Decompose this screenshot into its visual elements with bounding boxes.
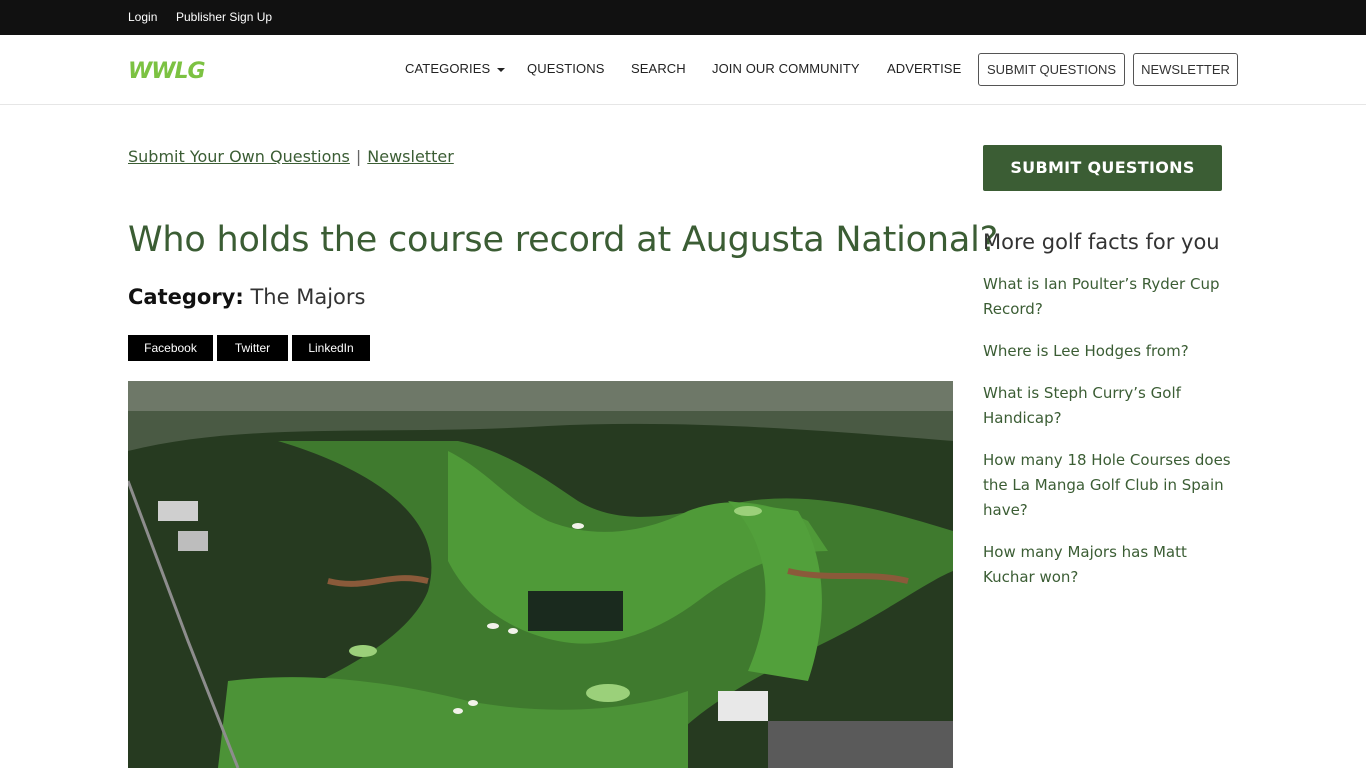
category-value: The Majors (250, 285, 366, 309)
share-linkedin-button[interactable]: LinkedIn (292, 335, 370, 361)
share-facebook-button[interactable]: Facebook (128, 335, 213, 361)
fact-link-4[interactable]: How many 18 Hole Courses does the La Man… (983, 451, 1231, 519)
nav-search[interactable]: SEARCH (631, 61, 686, 76)
category-label: Category: (128, 285, 244, 309)
logo-text: WWLG (128, 59, 206, 83)
link-separator: | (355, 147, 362, 166)
list-item: Where is Lee Hodges from? (983, 339, 1243, 364)
fact-link-2[interactable]: Where is Lee Hodges from? (983, 342, 1189, 360)
publisher-signup-link[interactable]: Publisher Sign Up (176, 10, 272, 24)
list-item: How many Majors has Matt Kuchar won? (983, 540, 1243, 590)
nav-join-community[interactable]: JOIN OUR COMMUNITY (712, 61, 860, 76)
submit-own-questions-link[interactable]: Submit Your Own Questions (128, 147, 350, 166)
nav-submit-questions-button[interactable]: SUBMIT QUESTIONS (978, 53, 1125, 86)
fact-link-3[interactable]: What is Steph Curry’s Golf Handicap? (983, 384, 1181, 427)
page-title: Who holds the course record at Augusta N… (128, 220, 999, 260)
fact-link-5[interactable]: How many Majors has Matt Kuchar won? (983, 543, 1187, 586)
nav-advertise[interactable]: ADVERTISE (887, 61, 961, 76)
sub-links: Submit Your Own Questions | Newsletter (128, 147, 454, 166)
list-item: What is Ian Poulter’s Ryder Cup Record? (983, 272, 1243, 322)
newsletter-link[interactable]: Newsletter (367, 147, 454, 166)
fact-link-1[interactable]: What is Ian Poulter’s Ryder Cup Record? (983, 275, 1219, 318)
aerial-illustration (128, 381, 953, 768)
top-utility-bar: Login Publisher Sign Up (0, 0, 1366, 35)
list-item: How many 18 Hole Courses does the La Man… (983, 448, 1243, 523)
sidebar-facts-list: What is Ian Poulter’s Ryder Cup Record? … (983, 272, 1243, 607)
nav-categories[interactable]: CATEGORIES (405, 61, 506, 76)
login-link[interactable]: Login (128, 10, 157, 24)
chevron-down-icon (497, 67, 506, 72)
nav-newsletter-button[interactable]: NEWSLETTER (1133, 53, 1238, 86)
article-category: Category: The Majors (128, 285, 365, 309)
nav-questions[interactable]: QUESTIONS (527, 61, 604, 76)
augusta-aerial-image (128, 381, 953, 768)
wwlg-logo-image: WWLG (128, 59, 207, 83)
sidebar-heading: More golf facts for you (983, 230, 1220, 254)
share-twitter-button[interactable]: Twitter (217, 335, 288, 361)
main-navbar: WWLG CATEGORIES QUESTIONS SEARCH JOIN OU… (0, 35, 1366, 105)
list-item: What is Steph Curry’s Golf Handicap? (983, 381, 1243, 431)
nav-categories-label: CATEGORIES (405, 61, 491, 76)
sidebar-submit-questions-button[interactable]: SUBMIT QUESTIONS (983, 145, 1222, 191)
